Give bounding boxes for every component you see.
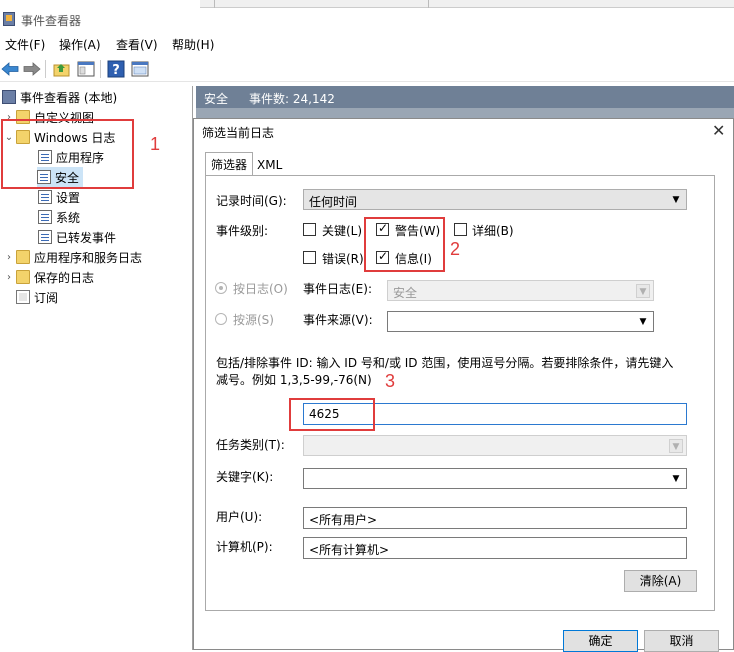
annotation-number-3: 3 (385, 371, 396, 391)
event-id-hint-line1: 包括/排除事件 ID: 输入 ID 号和/或 ID 范围，使用逗号分隔。若要排除… (216, 356, 674, 370)
critical-checkbox[interactable] (303, 223, 316, 236)
by-log-label: 按日志(O) (233, 282, 288, 296)
chevron-down-icon: ▼ (639, 317, 647, 327)
error-label: 错误(R) (322, 252, 364, 266)
chevron-down-icon: ▼ (669, 439, 683, 453)
cancel-button[interactable]: 取消 (644, 630, 719, 652)
user-label: 用户(U): (216, 510, 263, 524)
tree-item-apps-services-logs[interactable]: › 应用程序和服务日志 (2, 247, 142, 267)
ok-button[interactable]: 确定 (563, 630, 638, 652)
verbose-label: 详细(B) (472, 224, 514, 238)
event-level-label: 事件级别: (216, 224, 269, 238)
tree-item-forwarded-events[interactable]: 已转发事件 (38, 227, 116, 247)
computer-label: 计算机(P): (216, 540, 273, 554)
back-icon[interactable] (0, 59, 20, 79)
annotation-number-2: 2 (450, 239, 461, 259)
log-icon (38, 210, 52, 224)
menu-file[interactable]: 文件(F) (5, 36, 45, 53)
chevron-down-icon: ▼ (672, 195, 680, 205)
annotation-box-2 (364, 217, 445, 272)
svg-text:?: ? (112, 63, 120, 78)
event-viewer-icon (2, 90, 16, 104)
tab-filter[interactable]: 筛选器 (205, 152, 254, 176)
by-source-label: 按源(S) (233, 313, 274, 327)
menu-bar: 文件(F) 操作(A) 查看(V) 帮助(H) (0, 34, 734, 54)
log-header: 安全 事件数: 24,142 (196, 86, 734, 108)
chevron-down-icon: ▼ (672, 474, 680, 484)
log-icon (38, 230, 52, 244)
log-icon (38, 190, 52, 204)
tree-item-system[interactable]: 系统 (38, 207, 80, 227)
tree-item-setup[interactable]: 设置 (38, 187, 80, 207)
event-logs-label: 事件日志(E): (303, 282, 372, 296)
help-icon[interactable]: ? (106, 59, 126, 79)
task-category-label: 任务类别(T): (216, 438, 285, 452)
event-id-hint-line2: 减号。例如 1,3,5-99,-76(N) (216, 373, 372, 387)
toolbar: ? (0, 56, 734, 82)
user-input[interactable]: <所有用户> (303, 507, 687, 529)
show-pane-icon[interactable] (130, 59, 150, 79)
keywords-label: 关键字(K): (216, 470, 274, 484)
clear-button[interactable]: 清除(A) (624, 570, 697, 592)
critical-label: 关键(L) (322, 224, 363, 238)
annotation-number-1: 1 (150, 134, 161, 154)
close-icon[interactable]: ✕ (712, 121, 725, 140)
subscriptions-icon (16, 290, 30, 304)
tab-xml[interactable]: XML (252, 154, 287, 176)
chevron-right-icon[interactable]: › (2, 252, 16, 263)
folder-icon (16, 250, 30, 264)
tree-item-root[interactable]: 事件查看器 (本地) (2, 87, 117, 107)
verbose-checkbox[interactable] (454, 223, 467, 236)
event-sources-dropdown[interactable]: ▼ (387, 311, 654, 332)
window-title: 事件查看器 (21, 14, 82, 28)
logged-label: 记录时间(G): (216, 194, 287, 208)
chevron-right-icon[interactable]: › (2, 272, 16, 283)
toolbar-separator (100, 60, 101, 78)
menu-view[interactable]: 查看(V) (116, 36, 158, 53)
log-header-strip (196, 108, 734, 118)
event-sources-label: 事件来源(V): (303, 313, 373, 327)
dialog-title: 筛选当前日志 (202, 126, 275, 140)
menu-help[interactable]: 帮助(H) (172, 36, 214, 53)
annotation-box-3 (289, 398, 375, 431)
keywords-dropdown[interactable]: ▼ (303, 468, 687, 489)
tree-item-saved-logs[interactable]: › 保存的日志 (2, 267, 94, 287)
event-count: 事件数: 24,142 (249, 92, 335, 106)
toolbar-separator (45, 60, 46, 78)
chevron-down-icon: ▼ (636, 284, 650, 298)
folder-up-icon[interactable] (52, 59, 72, 79)
logged-dropdown[interactable]: 任何时间 ▼ (303, 189, 687, 210)
background-window-edge (200, 0, 734, 8)
forward-icon[interactable] (22, 59, 42, 79)
folder-icon (16, 270, 30, 284)
task-category-dropdown[interactable]: ▼ (303, 435, 687, 456)
event-logs-value: 安全 (393, 286, 418, 300)
by-log-radio[interactable] (215, 282, 227, 294)
by-source-radio[interactable] (215, 313, 227, 325)
tree-item-subscriptions[interactable]: 订阅 (16, 287, 58, 307)
event-viewer-icon (3, 12, 15, 26)
annotation-box-1 (1, 119, 134, 189)
log-name: 安全 (204, 92, 229, 106)
computer-input[interactable]: <所有计算机> (303, 537, 687, 559)
properties-icon[interactable] (76, 59, 96, 79)
event-logs-dropdown[interactable]: 安全 ▼ (387, 280, 654, 301)
logged-value: 任何时间 (309, 195, 358, 209)
menu-action[interactable]: 操作(A) (59, 36, 101, 53)
filter-current-log-dialog: 筛选当前日志 ✕ 筛选器 XML 记录时间(G): 任何时间 ▼ 事件级别: 关… (193, 118, 734, 652)
error-checkbox[interactable] (303, 251, 316, 264)
